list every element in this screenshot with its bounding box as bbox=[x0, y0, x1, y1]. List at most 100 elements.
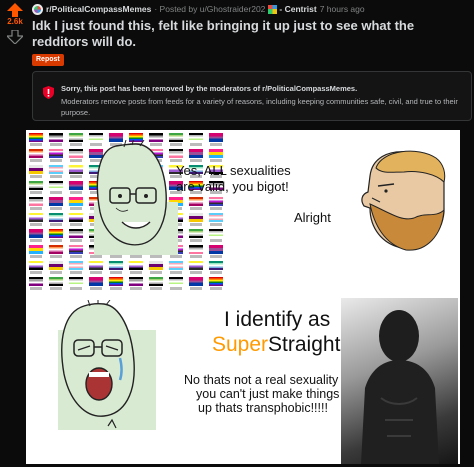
pride-flag-caption bbox=[90, 287, 102, 290]
panel1-line2: are valid, you bigot! bbox=[176, 179, 289, 194]
posted-by-link[interactable]: · Posted by u/Ghostraider202 bbox=[154, 4, 265, 14]
pride-flag bbox=[29, 133, 43, 142]
pride-flag-caption bbox=[150, 271, 162, 274]
pride-flag-caption bbox=[170, 287, 182, 290]
pride-flag bbox=[89, 277, 103, 286]
removed-notice: Sorry, this post has been removed by the… bbox=[32, 71, 472, 121]
vote-score: 2.6k bbox=[7, 17, 23, 26]
pride-flag bbox=[209, 133, 223, 142]
pride-flag-caption bbox=[30, 287, 42, 290]
post-title[interactable]: Idk I just found this, felt like bringin… bbox=[32, 18, 472, 50]
pride-flag-caption bbox=[50, 191, 62, 194]
pride-flag bbox=[49, 149, 63, 158]
panel1-line1: Yes, ALL sexualities bbox=[176, 163, 291, 178]
pride-flag-caption bbox=[170, 255, 182, 258]
pride-flag bbox=[209, 213, 223, 222]
pride-flag bbox=[49, 245, 63, 254]
pride-flag bbox=[29, 181, 43, 190]
pride-flag-caption bbox=[70, 287, 82, 290]
pride-flag-caption bbox=[150, 287, 162, 290]
pride-flag-caption bbox=[210, 159, 222, 162]
pride-flag bbox=[49, 277, 63, 286]
pride-flag-caption bbox=[210, 223, 222, 226]
pride-flag-caption bbox=[210, 255, 222, 258]
pride-flag bbox=[49, 197, 63, 206]
meme-image[interactable]: Yes, ALL sexualities are valid, you bigo… bbox=[26, 130, 460, 464]
pride-flag bbox=[189, 277, 203, 286]
pride-flag-caption bbox=[150, 255, 162, 258]
panel2-text: Alright bbox=[294, 210, 331, 225]
subreddit-avatar[interactable] bbox=[32, 3, 43, 15]
pride-flag bbox=[69, 261, 83, 270]
pride-flag-caption bbox=[50, 207, 62, 210]
pride-flag bbox=[129, 277, 143, 286]
pride-flag-caption bbox=[30, 223, 42, 226]
subreddit-link[interactable]: r/PoliticalCompassMemes bbox=[46, 4, 151, 14]
pride-flag bbox=[149, 277, 163, 286]
panel3-line2: SuperStraight bbox=[212, 333, 340, 357]
pride-flag bbox=[69, 165, 83, 174]
pride-flag bbox=[209, 245, 223, 254]
pride-flag-caption bbox=[210, 207, 222, 210]
gigachad-photo bbox=[341, 298, 458, 464]
pride-flag-caption bbox=[190, 223, 202, 226]
panel4-line3: up thats transphobic!!!!! bbox=[198, 401, 328, 415]
pride-flag-caption bbox=[190, 255, 202, 258]
pride-flag bbox=[209, 277, 223, 286]
post-time: 7 hours ago bbox=[319, 4, 365, 14]
pride-flag-caption bbox=[210, 271, 222, 274]
pride-flag-caption bbox=[190, 159, 202, 162]
pride-flag-caption bbox=[70, 175, 82, 178]
pride-flag bbox=[209, 149, 223, 158]
pride-flag-caption bbox=[210, 143, 222, 146]
pride-flag bbox=[209, 261, 223, 270]
pride-flag-caption bbox=[130, 271, 142, 274]
pride-flag bbox=[169, 261, 183, 270]
pride-flag-caption bbox=[50, 239, 62, 242]
pride-flag bbox=[189, 197, 203, 206]
flair-icon bbox=[268, 4, 278, 14]
pride-flag bbox=[29, 213, 43, 222]
pride-flag bbox=[69, 277, 83, 286]
pride-flag-caption bbox=[190, 207, 202, 210]
upvote-arrow-icon[interactable] bbox=[7, 3, 23, 17]
pride-flag bbox=[189, 245, 203, 254]
panel4-line2: you can't just make things bbox=[196, 387, 340, 401]
gigachad-silhouette bbox=[361, 310, 439, 464]
chad-drawing bbox=[361, 150, 446, 251]
pride-flag bbox=[29, 165, 43, 174]
soyjak-top-drawing bbox=[94, 140, 178, 255]
pride-flag-caption bbox=[170, 271, 182, 274]
pride-flag-caption bbox=[30, 159, 42, 162]
pride-flag-caption bbox=[130, 255, 142, 258]
pride-flag bbox=[189, 213, 203, 222]
pride-flag bbox=[69, 213, 83, 222]
pride-flag-caption bbox=[70, 255, 82, 258]
panel4-text: No thats not a real sexuality you can't … bbox=[184, 373, 339, 415]
user-flair: - Centrist bbox=[279, 4, 317, 14]
pride-flag-caption bbox=[190, 143, 202, 146]
downvote-arrow-icon[interactable] bbox=[7, 30, 23, 44]
pride-flag bbox=[49, 213, 63, 222]
pride-flag bbox=[29, 277, 43, 286]
pride-flag bbox=[69, 149, 83, 158]
pride-flag-caption bbox=[50, 271, 62, 274]
pride-flag-caption bbox=[110, 271, 122, 274]
pride-flag-caption bbox=[90, 271, 102, 274]
pride-flag bbox=[209, 197, 223, 206]
pride-flag bbox=[69, 197, 83, 206]
pride-flag-caption bbox=[70, 143, 82, 146]
pride-flag-caption bbox=[210, 287, 222, 290]
pride-flag bbox=[49, 261, 63, 270]
pride-flag-caption bbox=[70, 239, 82, 242]
pride-flag bbox=[49, 165, 63, 174]
pride-flag bbox=[189, 229, 203, 238]
pride-flag bbox=[69, 245, 83, 254]
pride-flag bbox=[109, 261, 123, 270]
pride-flag bbox=[69, 181, 83, 190]
panel3-line1: I identify as bbox=[224, 308, 331, 331]
pride-flag-caption bbox=[130, 287, 142, 290]
pride-flag-caption bbox=[30, 175, 42, 178]
pride-flag-caption bbox=[90, 255, 102, 258]
pride-flag bbox=[29, 229, 43, 238]
